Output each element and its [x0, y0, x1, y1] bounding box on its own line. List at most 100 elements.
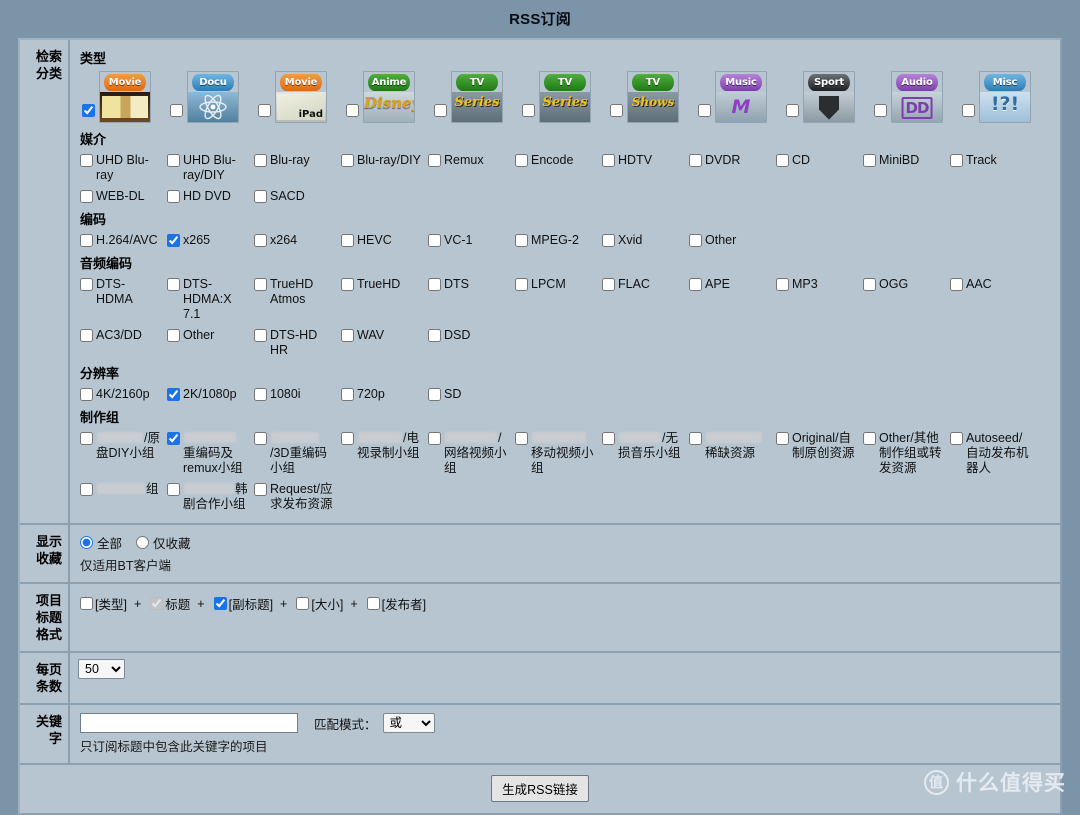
team-item-12[interactable]: 韩剧合作小组 — [165, 479, 252, 515]
type-checkbox-2[interactable] — [258, 104, 271, 117]
media-checkbox-2[interactable] — [254, 154, 267, 167]
type-item-3[interactable]: Anime Disney — [342, 69, 430, 125]
audio-checkbox-8[interactable] — [776, 278, 789, 291]
media-checkbox-10[interactable] — [950, 154, 963, 167]
media-item-13[interactable]: SACD — [252, 186, 339, 207]
type-checkbox-3[interactable] — [346, 104, 359, 117]
media-item-1[interactable]: UHD Blu-ray/DIY — [165, 150, 252, 186]
media-checkbox-4[interactable] — [428, 154, 441, 167]
resolution-checkbox-2[interactable] — [254, 388, 267, 401]
title-format-item-3[interactable]: [大小] — [296, 594, 343, 613]
media-checkbox-12[interactable] — [167, 190, 180, 203]
audio-checkbox-14[interactable] — [341, 329, 354, 342]
codec-item-3[interactable]: HEVC — [339, 230, 426, 251]
type-item-5[interactable]: TV Series — [518, 69, 606, 125]
team-item-4[interactable]: /网络视频小组 — [426, 428, 513, 479]
team-item-3[interactable]: /电视录制小组 — [339, 428, 426, 479]
team-item-0[interactable]: /原盘DIY小组 — [78, 428, 165, 479]
team-checkbox-8[interactable] — [776, 432, 789, 445]
team-item-9[interactable]: Other/其他制作组或转发资源 — [861, 428, 948, 479]
type-checkbox-4[interactable] — [434, 104, 447, 117]
team-item-7[interactable]: 稀缺资源 — [687, 428, 774, 479]
audio-checkbox-12[interactable] — [167, 329, 180, 342]
type-item-6[interactable]: TV Shows — [606, 69, 694, 125]
title-format-item-4[interactable]: [发布者] — [366, 594, 426, 613]
audio-item-8[interactable]: MP3 — [774, 274, 861, 325]
audio-item-0[interactable]: DTS-HDMA — [78, 274, 165, 325]
category-icon-series[interactable]: TV Series — [539, 71, 591, 123]
media-item-12[interactable]: HD DVD — [165, 186, 252, 207]
team-item-1[interactable]: 重编码及remux小组 — [165, 428, 252, 479]
per-page-select[interactable]: 10203050100 — [78, 659, 125, 679]
audio-checkbox-6[interactable] — [602, 278, 615, 291]
team-item-5[interactable]: 移动视频小组 — [513, 428, 600, 479]
type-checkbox-8[interactable] — [786, 104, 799, 117]
audio-checkbox-7[interactable] — [689, 278, 702, 291]
team-checkbox-4[interactable] — [428, 432, 441, 445]
title-format-checkbox-4[interactable] — [366, 597, 380, 610]
type-item-0[interactable]: Movie — [78, 69, 166, 125]
audio-checkbox-10[interactable] — [950, 278, 963, 291]
media-checkbox-7[interactable] — [689, 154, 702, 167]
type-checkbox-6[interactable] — [610, 104, 623, 117]
team-item-13[interactable]: Request/应求发布资源 — [252, 479, 339, 515]
team-checkbox-10[interactable] — [950, 432, 963, 445]
media-checkbox-1[interactable] — [167, 154, 180, 167]
audio-item-12[interactable]: Other — [165, 325, 252, 361]
resolution-checkbox-0[interactable] — [80, 388, 93, 401]
audio-item-3[interactable]: TrueHD — [339, 274, 426, 325]
category-icon-shows[interactable]: TV Shows — [627, 71, 679, 123]
audio-item-7[interactable]: APE — [687, 274, 774, 325]
type-item-7[interactable]: Music M — [694, 69, 782, 125]
title-format-item-1[interactable]: 标题 — [150, 594, 190, 613]
team-item-10[interactable]: Autoseed/自动发布机器人 — [948, 428, 1035, 479]
team-checkbox-2[interactable] — [254, 432, 267, 445]
resolution-item-0[interactable]: 4K/2160p — [78, 384, 165, 405]
media-item-2[interactable]: Blu-ray — [252, 150, 339, 186]
codec-item-6[interactable]: Xvid — [600, 230, 687, 251]
team-item-8[interactable]: Original/自制原创资源 — [774, 428, 861, 479]
resolution-item-3[interactable]: 720p — [339, 384, 426, 405]
type-item-10[interactable]: Misc!?! — [958, 69, 1046, 125]
media-item-7[interactable]: DVDR — [687, 150, 774, 186]
team-checkbox-3[interactable] — [341, 432, 354, 445]
audio-checkbox-5[interactable] — [515, 278, 528, 291]
favorites-radio-0[interactable] — [80, 536, 93, 549]
team-checkbox-5[interactable] — [515, 432, 528, 445]
title-format-checkbox-0[interactable] — [80, 597, 93, 610]
team-checkbox-9[interactable] — [863, 432, 876, 445]
audio-item-5[interactable]: LPCM — [513, 274, 600, 325]
type-checkbox-10[interactable] — [962, 104, 975, 117]
media-checkbox-3[interactable] — [341, 154, 354, 167]
category-icon-mtv[interactable]: Music M — [715, 71, 767, 123]
media-item-5[interactable]: Encode — [513, 150, 600, 186]
category-icon-series[interactable]: TV Series — [451, 71, 503, 123]
audio-item-9[interactable]: OGG — [861, 274, 948, 325]
media-checkbox-6[interactable] — [602, 154, 615, 167]
type-checkbox-7[interactable] — [698, 104, 711, 117]
media-checkbox-5[interactable] — [515, 154, 528, 167]
codec-checkbox-6[interactable] — [602, 234, 615, 247]
codec-checkbox-3[interactable] — [341, 234, 354, 247]
codec-checkbox-7[interactable] — [689, 234, 702, 247]
type-checkbox-0[interactable] — [82, 104, 95, 117]
resolution-item-2[interactable]: 1080i — [252, 384, 339, 405]
type-item-2[interactable]: Movie iPad — [254, 69, 342, 125]
team-checkbox-11[interactable] — [80, 483, 93, 496]
media-checkbox-8[interactable] — [776, 154, 789, 167]
category-icon-misc[interactable]: Misc!?! — [979, 71, 1031, 123]
title-format-item-2[interactable]: [副标题] — [213, 594, 273, 613]
keyword-input[interactable] — [80, 713, 298, 733]
favorites-option-0[interactable]: 全部 — [80, 533, 122, 552]
team-checkbox-0[interactable] — [80, 432, 93, 445]
audio-checkbox-15[interactable] — [428, 329, 441, 342]
codec-item-7[interactable]: Other — [687, 230, 774, 251]
team-item-2[interactable]: /3D重编码小组 — [252, 428, 339, 479]
type-item-8[interactable]: Sport — [782, 69, 870, 125]
favorites-option-1[interactable]: 仅收藏 — [136, 533, 191, 552]
audio-checkbox-4[interactable] — [428, 278, 441, 291]
media-checkbox-11[interactable] — [80, 190, 93, 203]
audio-checkbox-0[interactable] — [80, 278, 93, 291]
resolution-checkbox-1[interactable] — [167, 388, 180, 401]
category-icon-film[interactable]: Movie — [99, 71, 151, 123]
